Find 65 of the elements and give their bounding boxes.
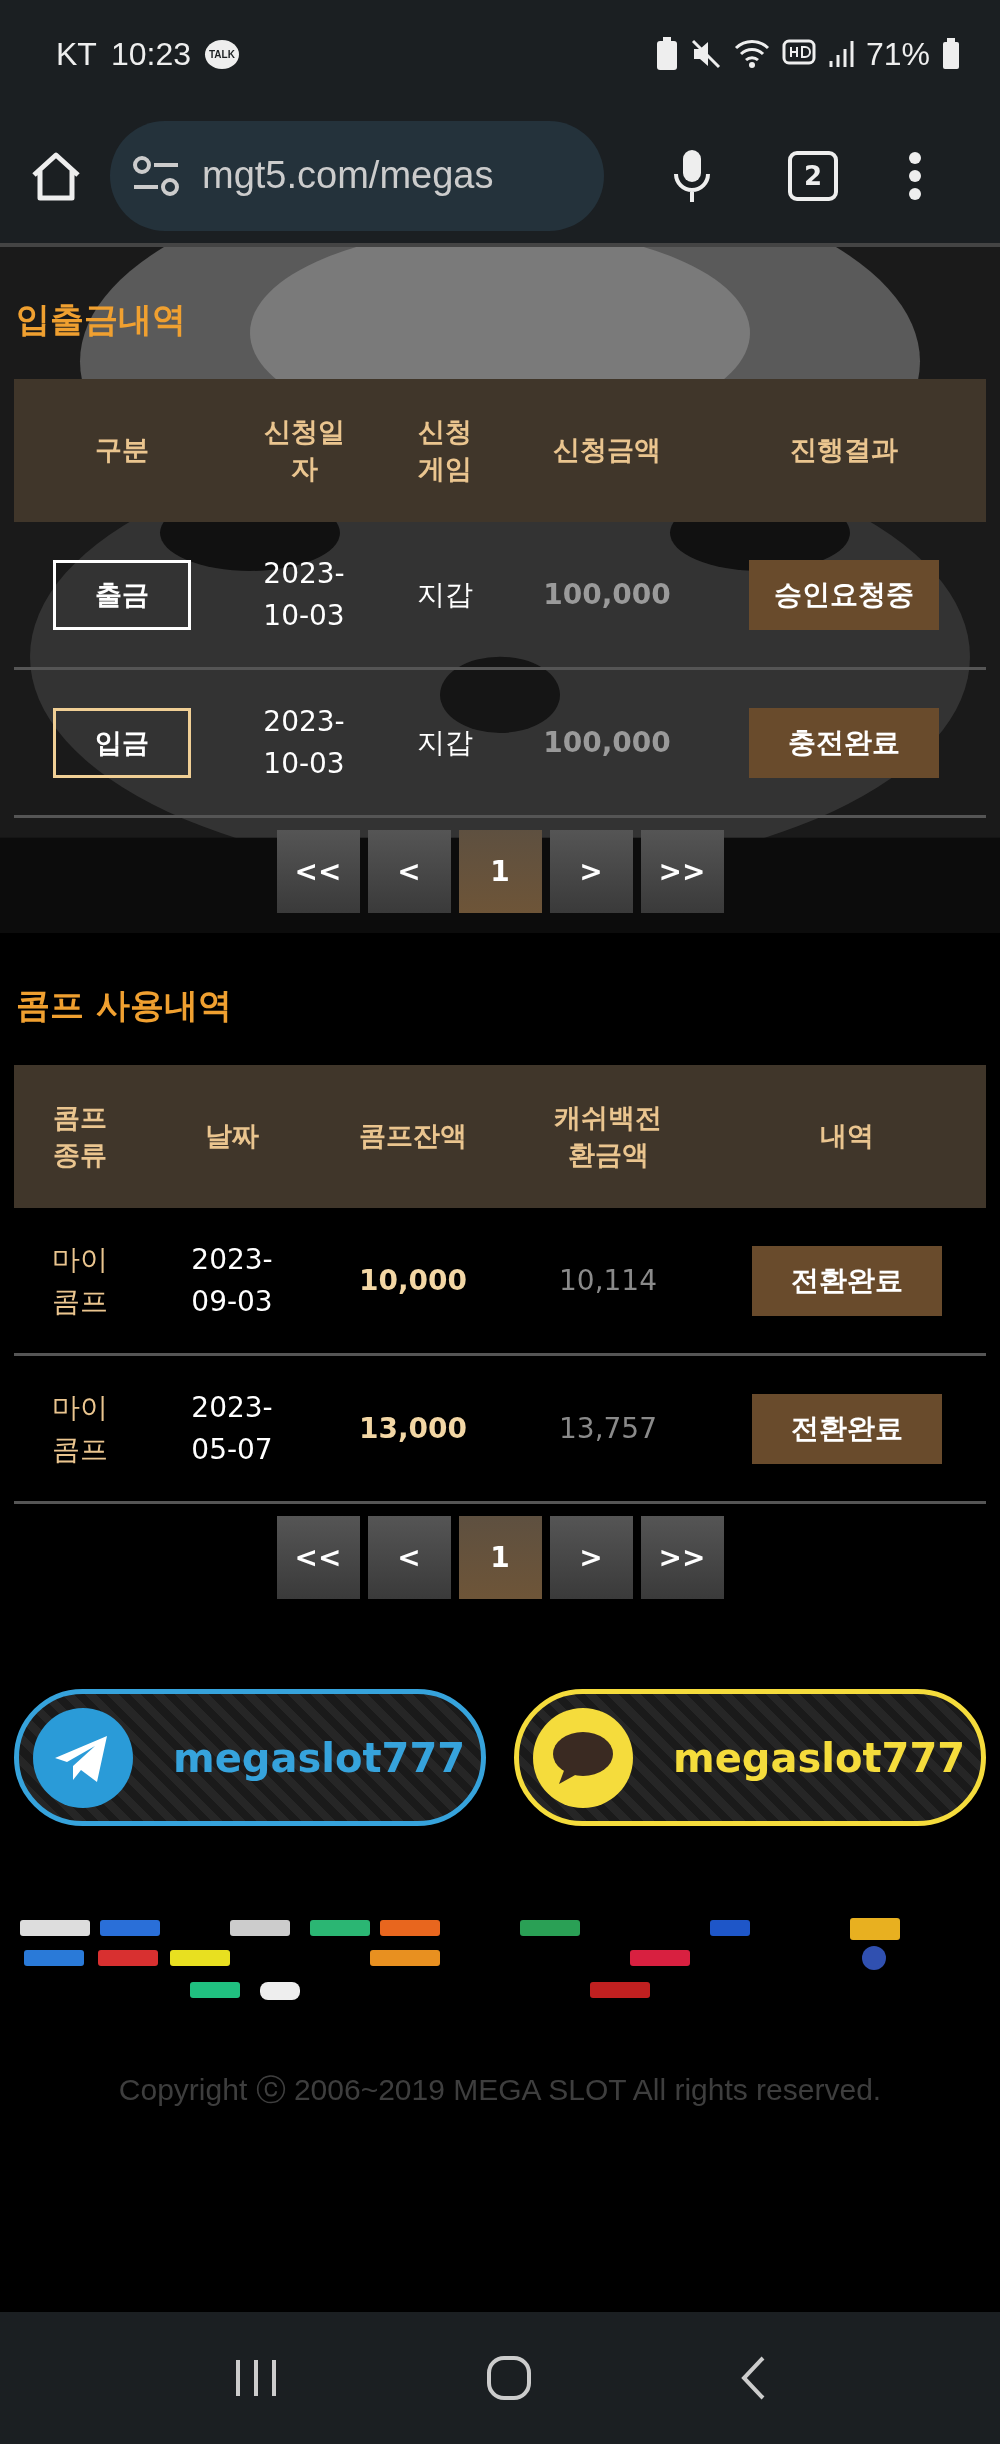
battery-percent: 71% (865, 35, 930, 73)
page-button[interactable]: >> (640, 1516, 724, 1599)
status-button[interactable]: 충전완료 (749, 707, 939, 778)
page-button[interactable]: < (367, 1516, 451, 1599)
recent-apps-icon[interactable] (234, 2358, 278, 2398)
copyright-text: Copyright ⓒ 2006~2019 MEGA SLOT All rights reserved. (117, 2072, 883, 2108)
comp-type-cell-text: 마이 콤프 (52, 1389, 108, 1468)
section-title: 입출금내역 (15, 298, 187, 341)
page-button[interactable]: >> (640, 830, 724, 913)
page-button[interactable]: < (367, 830, 451, 913)
column-header: 구분 (94, 433, 150, 468)
speech-bubble-icon (533, 1707, 633, 1808)
column-header: 신청금액 (552, 433, 662, 468)
date-cell-text: 2023- 05-07 (191, 1389, 273, 1468)
type-tag: 출금 (53, 559, 191, 630)
status-button[interactable]: 승인요청중 (749, 559, 939, 630)
page-button[interactable]: 1 (458, 830, 542, 913)
tab-switcher[interactable]: 2 (788, 150, 838, 201)
amount-cell-text: 100,000 (543, 576, 671, 613)
column-header: 캐쉬백전 환금액 (553, 1101, 663, 1172)
game-cell-text: 지갑 (417, 724, 473, 761)
page-button[interactable]: > (549, 1516, 633, 1599)
clock: 10:23 (110, 35, 191, 73)
balance-cell-text: 13,000 (358, 1410, 468, 1447)
address-field[interactable]: mgt5.com/megas (110, 120, 604, 231)
home-icon[interactable] (486, 2355, 532, 2401)
battery-saver-icon (655, 37, 678, 71)
page-button[interactable]: > (549, 830, 633, 913)
contact-button[interactable]: megaslot777 (514, 1689, 986, 1826)
back-icon[interactable] (740, 2355, 766, 2401)
signal-icon (827, 39, 854, 69)
column-header: 진행결과 (789, 433, 899, 468)
amount-cell-text: 100,000 (543, 724, 671, 761)
column-header: 신청일 자 (262, 415, 346, 486)
mute-icon (689, 38, 722, 70)
page-button[interactable]: 1 (458, 1516, 542, 1599)
comp-type-cell-text: 마이 콤프 (52, 1241, 108, 1320)
status-button[interactable]: 전환완료 (752, 1245, 942, 1316)
section-title: 콤프 사용내역 (15, 984, 233, 1027)
paper-plane-icon (33, 1707, 133, 1808)
type-tag: 입금 (53, 707, 191, 778)
date-cell-text: 2023- 10-03 (263, 555, 345, 634)
cashback-cell-text: 13,757 (559, 1410, 657, 1447)
column-header: 날짜 (204, 1119, 260, 1154)
status-button[interactable]: 전환완료 (752, 1393, 942, 1464)
home-icon[interactable] (30, 150, 82, 201)
carrier-label: KT (56, 35, 97, 73)
site-settings-icon[interactable] (132, 154, 180, 197)
column-header: 콤프 종류 (52, 1101, 108, 1172)
column-header: 신청 게임 (417, 415, 473, 486)
microphone-icon[interactable] (672, 147, 712, 204)
date-cell-text: 2023- 09-03 (191, 1241, 273, 1320)
chat-notification-icon: TALK (204, 39, 239, 69)
wifi-icon (733, 38, 770, 70)
cashback-cell-text: 10,114 (559, 1262, 657, 1299)
menu-icon[interactable] (908, 150, 922, 201)
game-cell-text: 지갑 (417, 576, 473, 613)
balance-cell-text: 10,000 (358, 1262, 468, 1299)
contact-button[interactable]: megaslot777 (14, 1689, 486, 1826)
page-button[interactable]: << (276, 1516, 360, 1599)
page-button[interactable]: << (276, 830, 360, 913)
battery-icon (942, 38, 960, 70)
date-cell-text: 2023- 10-03 (263, 703, 345, 782)
column-header: 내역 (819, 1119, 875, 1154)
column-header: 콤프잔액 (358, 1119, 468, 1154)
